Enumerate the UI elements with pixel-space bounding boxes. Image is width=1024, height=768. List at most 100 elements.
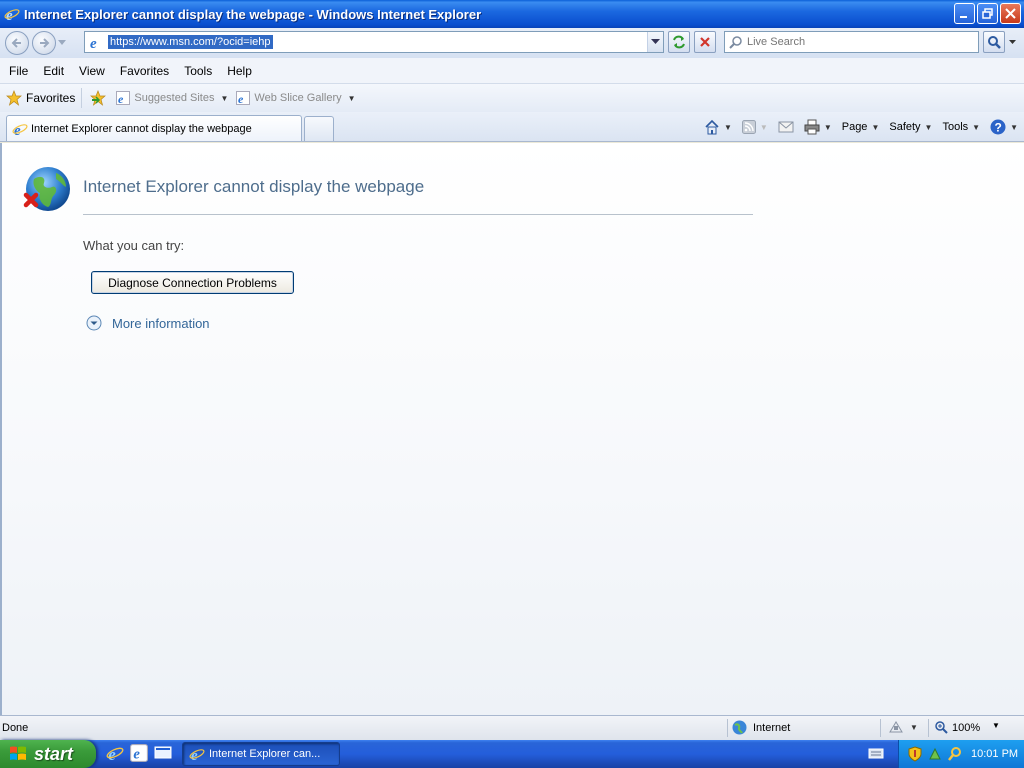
navigation-bar: e https://www.msn.com/?ocid=iehp (0, 28, 1024, 58)
ie-page-icon: e (236, 91, 251, 105)
command-bar: ▼ ▼ ▼ Page ▼ Safety ▼ Tools ▼ ? ▼ (694, 117, 1018, 137)
minimize-icon (960, 16, 967, 18)
expand-chevron-icon (86, 315, 102, 331)
start-button[interactable]: start (0, 740, 96, 768)
suggested-sites-link[interactable]: e Suggested Sites ▼ (116, 91, 228, 105)
page-content: Internet Explorer cannot display the web… (0, 143, 1024, 715)
feeds-button[interactable]: ▼ (741, 120, 768, 134)
svg-text:e: e (133, 747, 140, 762)
start-label: start (34, 743, 74, 764)
zoom-level: 100% (952, 721, 981, 734)
home-icon (705, 119, 719, 135)
favorites-bar: Favorites e Suggested Sites ▼ e Web Slic… (0, 84, 1024, 112)
search-options-button[interactable] (1006, 31, 1018, 53)
status-separator (727, 719, 728, 737)
suggested-sites-label: Suggested Sites (134, 92, 215, 104)
chevron-down-icon: ▼ (871, 122, 880, 132)
menu-file[interactable]: File (3, 64, 34, 78)
search-button[interactable] (983, 31, 1005, 53)
network-icon[interactable] (927, 746, 943, 762)
help-icon: ? (990, 119, 1006, 135)
magnifier-icon (988, 36, 1001, 49)
diagnose-connection-problems-button[interactable]: Diagnose Connection Problems (91, 271, 294, 294)
web-slice-gallery-link[interactable]: e Web Slice Gallery ▼ (236, 91, 356, 105)
restore-icon (982, 8, 993, 19)
show-desktop-icon[interactable] (154, 744, 172, 762)
print-button[interactable]: ▼ (804, 119, 832, 135)
restore-button[interactable] (977, 3, 998, 24)
favorites-button[interactable]: Favorites (6, 88, 83, 108)
zoom-control[interactable]: 100% (935, 721, 980, 734)
home-button[interactable]: ▼ (704, 119, 732, 135)
search-icon (729, 36, 742, 49)
zoom-dropdown-button[interactable]: ▼ (992, 721, 1000, 730)
menu-favorites[interactable]: Favorites (114, 64, 175, 78)
system-tray: 10:01 PM (898, 740, 1024, 768)
menu-view[interactable]: View (73, 64, 111, 78)
tools-menu-label: Tools (942, 121, 969, 133)
more-information-link[interactable]: More information (86, 315, 210, 331)
menu-tools[interactable]: Tools (178, 64, 218, 78)
zone-label: Internet (753, 721, 791, 734)
add-favorite-icon (90, 90, 107, 106)
chevron-down-icon: ▼ (924, 122, 933, 132)
protected-mode-indicator[interactable]: ▼ (888, 720, 918, 734)
clock: 10:01 PM (971, 748, 1019, 760)
windows-logo-icon (10, 746, 26, 760)
search-box[interactable] (724, 31, 979, 53)
security-shield-icon[interactable] (907, 746, 923, 762)
globe-error-icon (23, 167, 70, 211)
ie-quicklaunch-icon[interactable]: e (130, 744, 148, 762)
close-button[interactable] (1000, 3, 1021, 24)
status-text: Done (2, 722, 29, 734)
safety-menu-button[interactable]: Safety ▼ (889, 121, 932, 133)
address-bar[interactable]: e https://www.msn.com/?ocid=iehp (84, 31, 664, 53)
new-tab-button[interactable] (304, 116, 334, 141)
taskbar-item-label: Internet Explorer can... (209, 748, 321, 760)
page-menu-button[interactable]: Page ▼ (842, 121, 880, 133)
forward-button[interactable] (32, 31, 56, 55)
refresh-button[interactable] (668, 31, 690, 53)
status-separator (928, 719, 929, 737)
chevron-down-icon: ▼ (347, 93, 356, 103)
globe-icon (732, 720, 747, 735)
keyboard-icon[interactable] (868, 746, 884, 760)
zoom-icon (935, 721, 948, 734)
help-menu-button[interactable]: ? ▼ (990, 119, 1018, 135)
taskbar-item-ie[interactable]: e Internet Explorer can... (182, 742, 340, 766)
security-zone[interactable]: Internet (732, 720, 790, 735)
search-input[interactable] (747, 36, 967, 48)
star-icon (6, 90, 22, 106)
tab-active[interactable]: e Internet Explorer cannot display the w… (6, 115, 302, 141)
svg-text:?: ? (995, 121, 1002, 135)
svg-text:e: e (90, 36, 97, 50)
ie-quicklaunch-icon[interactable]: e (106, 744, 124, 762)
web-slice-gallery-label: Web Slice Gallery (254, 92, 342, 104)
status-bar: Done Internet ▼ 100% ▼ (0, 715, 1024, 740)
tools-menu-button[interactable]: Tools ▼ (942, 121, 980, 133)
address-url[interactable]: https://www.msn.com/?ocid=iehp (108, 35, 273, 49)
what-you-can-try-label: What you can try: (83, 238, 185, 253)
search-tray-icon[interactable] (947, 746, 963, 762)
back-arrow-icon (11, 38, 21, 48)
ie-page-icon: e (90, 36, 97, 50)
menu-edit[interactable]: Edit (37, 64, 70, 78)
svg-text:e: e (6, 8, 13, 22)
chevron-down-icon: ▼ (1010, 122, 1018, 132)
address-dropdown-button[interactable] (647, 32, 663, 52)
menu-help[interactable]: Help (221, 64, 258, 78)
back-button[interactable] (5, 31, 29, 55)
add-to-favorites-bar-button[interactable] (90, 90, 108, 106)
read-mail-button[interactable] (778, 121, 794, 133)
stop-icon (700, 37, 710, 47)
minimize-button[interactable] (954, 3, 975, 24)
chevron-down-icon: ▼ (759, 122, 768, 132)
more-information-label: More information (112, 315, 210, 331)
stop-button[interactable] (694, 31, 716, 53)
chevron-down-icon: ▼ (972, 122, 981, 132)
refresh-icon (673, 35, 685, 49)
window-title: Internet Explorer cannot display the web… (24, 6, 482, 22)
mail-icon (778, 121, 794, 133)
recent-pages-button[interactable] (56, 31, 68, 55)
chevron-down-icon: ▼ (220, 93, 229, 103)
